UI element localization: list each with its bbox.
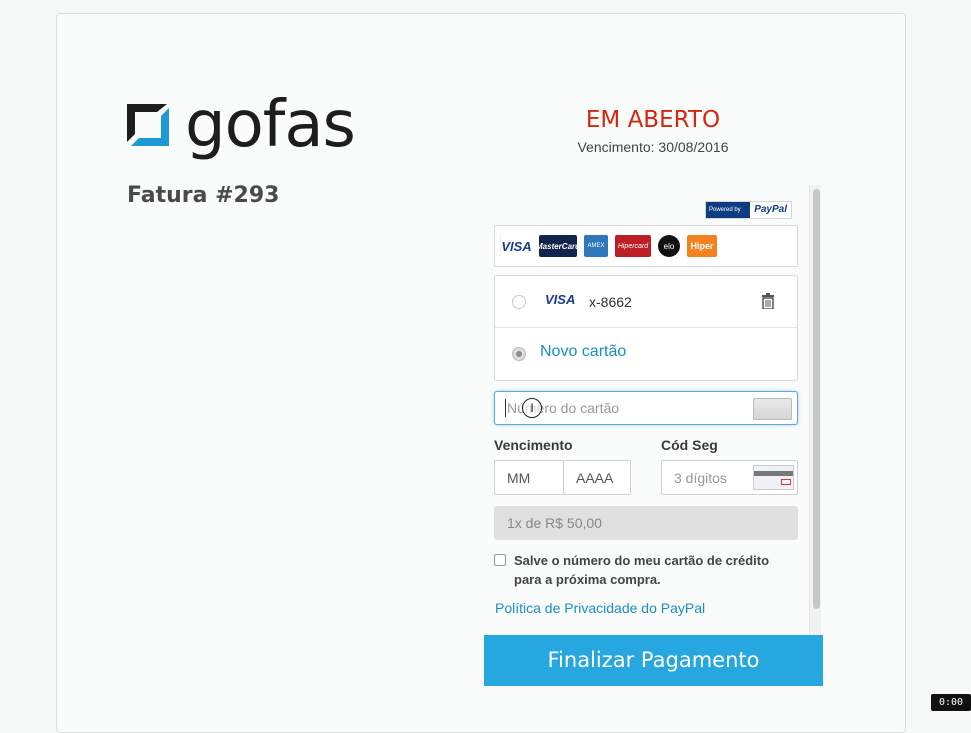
new-card-label: Novo cartão <box>540 343 627 360</box>
saved-card-row[interactable]: VISA x-8662 <box>495 276 797 328</box>
mastercard-icon: MasterCard <box>536 235 580 257</box>
panel-scrollbar[interactable] <box>809 185 821 635</box>
installments-select[interactable]: 1x de R$ 50,00 <box>494 506 798 540</box>
save-card-checkbox[interactable] <box>494 554 506 566</box>
scrollbar-thumb[interactable] <box>813 189 820 609</box>
due-date: Vencimento: 30/08/2016 <box>577 139 729 155</box>
ibeam-cursor-icon: I <box>522 398 542 418</box>
gofas-logo: gofas <box>127 84 356 166</box>
elo-icon: elo <box>658 235 680 257</box>
new-card-row[interactable]: Novo cartão <box>495 328 797 380</box>
expiry-label: Vencimento <box>494 437 573 453</box>
logo-text: gofas <box>185 88 356 162</box>
hiper-icon: Hiper <box>687 235 717 257</box>
new-card-radio[interactable] <box>512 347 526 361</box>
saved-card-radio[interactable] <box>512 294 526 309</box>
save-card-label: Salve o número do meu cartão de crédito … <box>514 553 770 587</box>
cvv-card-icon <box>753 465 794 490</box>
expiry-year-input[interactable]: AAAA <box>563 460 631 495</box>
hipercard-icon: Hipercard <box>615 235 651 257</box>
recording-timer: 0:00 <box>931 694 971 711</box>
card-brands: VISA MasterCard AMEX Hipercard elo Hiper <box>494 225 798 267</box>
finalize-payment-button[interactable]: Finalizar Pagamento <box>484 635 823 686</box>
text-cursor <box>505 399 506 417</box>
amex-icon: AMEX <box>584 235 608 257</box>
trash-icon[interactable] <box>761 293 775 310</box>
saved-card-brand: VISA <box>545 292 576 307</box>
logo-mark-icon <box>127 104 175 146</box>
status-badge: EM ABERTO <box>585 107 721 133</box>
paypal-badge-logo: PayPal <box>754 204 787 215</box>
saved-card-number: x-8662 <box>589 294 632 310</box>
paypal-badge-prefix: Powered by <box>706 202 751 218</box>
card-generic-icon <box>753 398 792 420</box>
cvv-label: Cód Seg <box>661 437 718 453</box>
expiry-month-input[interactable]: MM <box>494 460 564 495</box>
saved-cards-list: VISA x-8662 Novo cartão <box>494 275 798 381</box>
paypal-privacy-link[interactable]: Política de Privacidade do PayPal <box>495 600 705 616</box>
paypal-badge: Powered by PayPal <box>705 201 792 219</box>
invoice-title: Fatura #293 <box>127 183 280 208</box>
visa-icon: VISA <box>500 235 532 257</box>
